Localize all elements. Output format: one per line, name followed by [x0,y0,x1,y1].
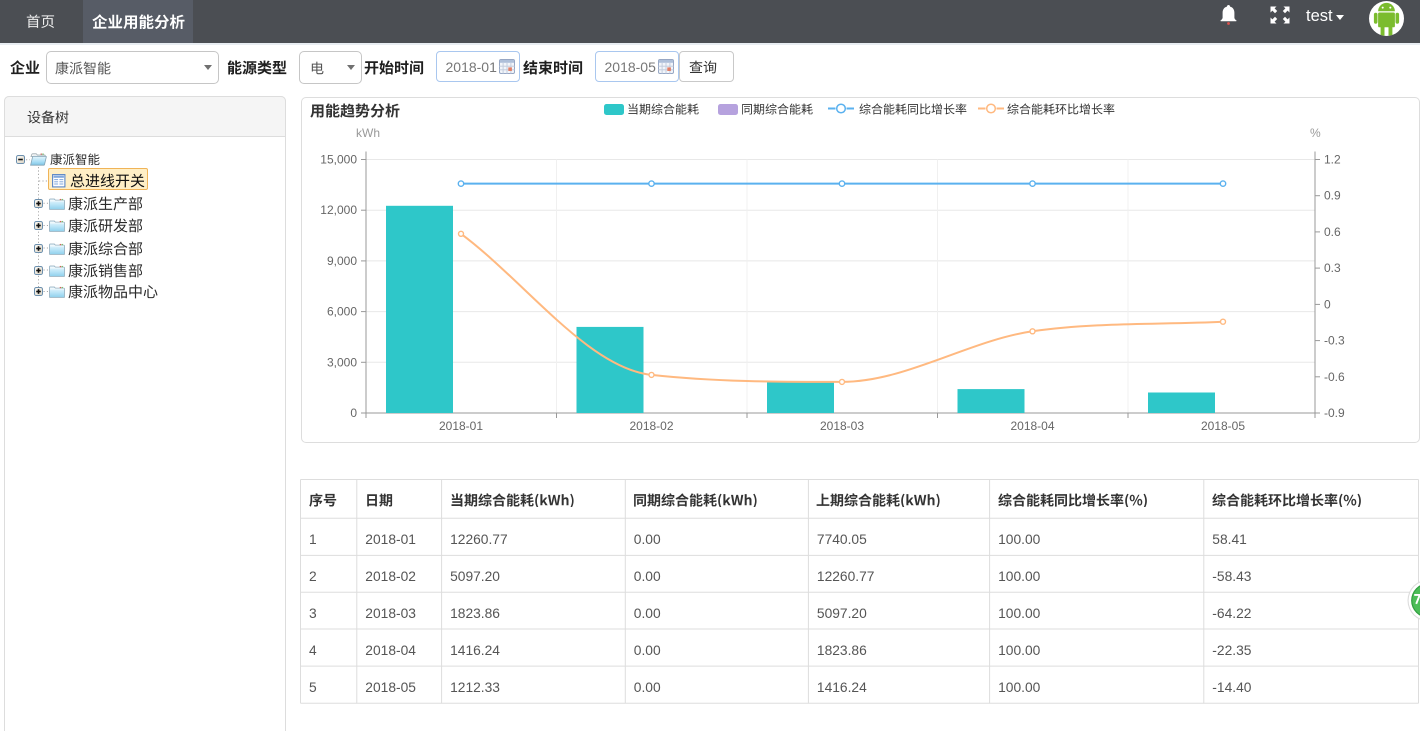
svg-text:-0.6: -0.6 [1324,370,1345,384]
svg-text:6,000: 6,000 [327,305,357,319]
svg-text:-0.3: -0.3 [1324,334,1345,348]
svg-text:0.9: 0.9 [1324,189,1341,203]
svg-text:2018-02: 2018-02 [629,419,673,433]
svg-text:-0.9: -0.9 [1324,406,1345,420]
svg-text:2018-01: 2018-01 [439,419,483,433]
svg-text:0.3: 0.3 [1324,261,1341,275]
svg-text:3,000: 3,000 [327,355,357,369]
svg-text:1.2: 1.2 [1324,153,1341,167]
svg-text:%: % [1310,126,1321,140]
svg-text:0.6: 0.6 [1324,225,1341,239]
svg-text:0: 0 [1324,297,1331,311]
svg-text:9,000: 9,000 [327,254,357,268]
svg-text:0: 0 [350,406,357,420]
svg-text:15,000: 15,000 [320,153,357,167]
svg-text:2018-05: 2018-05 [1201,419,1245,433]
svg-text:2018-04: 2018-04 [1010,419,1054,433]
svg-text:kWh: kWh [356,126,380,140]
svg-text:2018-03: 2018-03 [820,419,864,433]
svg-text:12,000: 12,000 [320,203,357,217]
